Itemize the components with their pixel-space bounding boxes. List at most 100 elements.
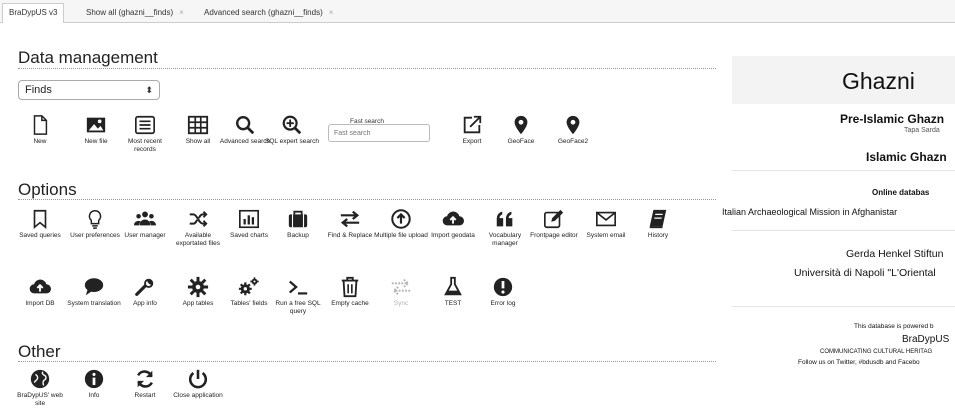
shuffle-icon: [189, 211, 208, 227]
quote-icon: [496, 211, 513, 227]
bookmark-icon: [33, 209, 47, 230]
edit-icon: [544, 209, 564, 229]
fast-search-input[interactable]: [328, 124, 430, 142]
speech-bubble-icon: [84, 278, 104, 296]
section-title-data: Data management: [18, 48, 158, 67]
project-title: Ghazni: [842, 68, 915, 94]
divider: [732, 230, 955, 231]
empty-cache-button[interactable]: Empty cache: [322, 276, 378, 308]
sync-button[interactable]: Sync: [373, 276, 429, 308]
tables-fields-button[interactable]: Tables' fields: [221, 276, 277, 308]
tool-label: Export: [462, 138, 482, 145]
tool-label: Vocabulary manager: [488, 232, 522, 247]
file-icon: [33, 115, 48, 135]
error-log-button[interactable]: Error log: [475, 276, 531, 308]
sponsor-napoli: Università di Napoli "L'Oriental: [794, 267, 936, 279]
tab-label: BraDypUS v3: [9, 8, 58, 17]
divider: [18, 199, 716, 200]
system-email-button[interactable]: System email: [578, 208, 634, 240]
tab-advanced-search[interactable]: Advanced search (ghazni__finds) ×: [198, 4, 339, 22]
close-icon[interactable]: ×: [329, 8, 334, 17]
online-database-label: Online databas: [872, 188, 930, 197]
import-db-button[interactable]: Import DB: [12, 276, 68, 308]
saved-queries-button[interactable]: Saved queries: [12, 208, 68, 240]
find-replace-button[interactable]: Find & Replace: [322, 208, 378, 240]
tool-label: User manager: [124, 232, 166, 239]
exported-files-button[interactable]: Available exportated files: [170, 208, 226, 248]
powered-by-label: This database is powered b: [854, 323, 934, 330]
tab-home[interactable]: BraDypUS v3: [2, 3, 65, 23]
sponsor-gerda-henkel: Gerda Henkel Stiftun: [846, 248, 944, 260]
tool-label: App tables: [182, 300, 214, 307]
export-button[interactable]: Export: [444, 114, 500, 146]
backup-button[interactable]: Backup: [270, 208, 326, 240]
trash-icon: [341, 276, 359, 298]
website-button[interactable]: BraDypUS' web site: [12, 368, 68, 408]
cog-icon: [187, 276, 209, 298]
user-preferences-button[interactable]: User preferences: [67, 208, 123, 240]
tool-label: Import DB: [25, 300, 55, 307]
cloud-upload-icon: [29, 279, 51, 294]
tool-label: Close application: [173, 392, 223, 399]
flask-icon: [444, 276, 462, 296]
cogs-icon: [238, 277, 259, 296]
user-manager-button[interactable]: User manager: [117, 208, 173, 240]
tool-label: Run a free SQL query: [275, 300, 321, 315]
tool-label: Info: [88, 392, 100, 399]
follow-us-label[interactable]: Follow us on Twitter, #bdusdb and Facebo: [798, 359, 920, 366]
import-geodata-button[interactable]: Import geodata: [425, 208, 481, 240]
table-select[interactable]: Finds ⬍: [18, 80, 160, 100]
map-marker-icon: [566, 115, 580, 135]
multiple-file-upload-button[interactable]: Multiple file upload: [373, 208, 429, 240]
close-application-button[interactable]: Close application: [170, 368, 226, 400]
tab-label: Show all (ghazni__finds): [86, 8, 174, 17]
section-title-other: Other: [18, 342, 61, 361]
app-tables-button[interactable]: App tables: [170, 276, 226, 308]
terminal-icon: [289, 280, 308, 295]
new-button[interactable]: New: [12, 114, 68, 146]
users-icon: [134, 211, 156, 226]
tab-bar: BraDypUS v3 Show all (ghazni__finds) × Ad…: [0, 0, 955, 23]
new-file-button[interactable]: New file: [68, 114, 124, 146]
book-icon: [649, 209, 667, 229]
tool-label: GeoFace: [507, 138, 535, 145]
history-button[interactable]: History: [630, 208, 686, 240]
close-icon[interactable]: ×: [179, 8, 184, 17]
info-button[interactable]: Info: [66, 368, 122, 400]
tool-label: New: [33, 138, 47, 145]
tab-show-all[interactable]: Show all (ghazni__finds) ×: [80, 4, 190, 22]
chevron-updown-icon: ⬍: [145, 85, 153, 95]
brand-name[interactable]: BraDypUS: [902, 334, 949, 345]
restart-button[interactable]: Restart: [117, 368, 173, 400]
tool-label: History: [647, 232, 669, 239]
vocabulary-manager-button[interactable]: Vocabulary manager: [477, 208, 533, 248]
run-sql-query-button[interactable]: Run a free SQL query: [270, 276, 326, 316]
test-button[interactable]: TEST: [425, 276, 481, 308]
tool-label: Import geodata: [431, 232, 475, 239]
sql-expert-search-button[interactable]: SQL expert search: [264, 114, 320, 146]
divider: [732, 170, 955, 171]
subtitle-islamic: Islamic Ghazn: [866, 150, 947, 164]
tab-label: Advanced search (ghazni__finds): [204, 8, 323, 17]
geoface2-button[interactable]: GeoFace2: [545, 114, 601, 146]
cloud-upload-icon: [442, 211, 464, 226]
tool-label: Most recent records: [128, 138, 162, 153]
tool-label: GeoFace2: [557, 138, 589, 145]
info-panel: Ghazni Pre-Islamic Ghazn Tapa Sarda Isla…: [722, 36, 955, 409]
wrench-icon: [135, 278, 154, 296]
tool-label: Saved charts: [230, 232, 268, 239]
tool-label: New file: [84, 138, 108, 145]
tool-label: Available exportated files: [175, 232, 221, 247]
briefcase-icon: [288, 210, 308, 228]
system-translation-button[interactable]: System translation: [66, 276, 122, 308]
app-info-button[interactable]: App info: [117, 276, 173, 308]
geoface-button[interactable]: GeoFace: [493, 114, 549, 146]
tool-label: Multiple file upload: [374, 232, 428, 239]
tagline: COMMUNICATING CULTURAL HERITAG: [820, 349, 933, 355]
divider: [732, 306, 955, 307]
frontpage-editor-button[interactable]: Frontpage editor: [526, 208, 582, 240]
most-recent-button[interactable]: Most recent records: [117, 114, 173, 154]
table-icon: [187, 115, 209, 135]
saved-charts-button[interactable]: Saved charts: [221, 208, 277, 240]
tool-label: Frontpage editor: [530, 232, 578, 239]
